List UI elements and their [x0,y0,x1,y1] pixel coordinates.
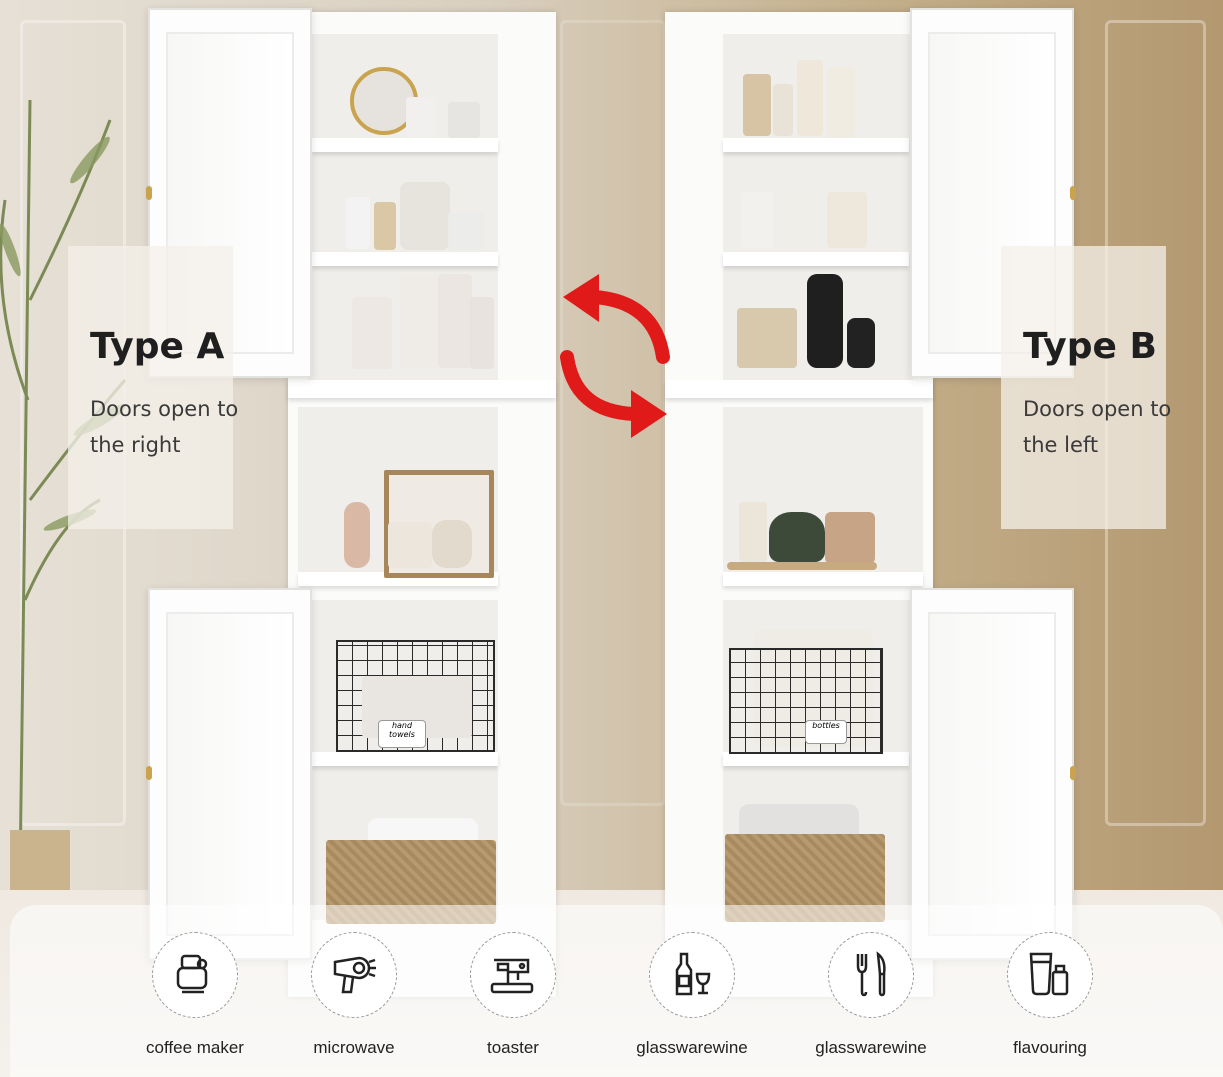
cutlery-icon [856,951,886,997]
feature-label: glasswarewine [815,1038,927,1057]
swap-arrows-icon [560,274,670,438]
coffee-maker-icon [176,954,208,994]
hair-dryer-icon [333,956,376,994]
type-a-panel: Type A Doors open to the right [68,246,238,529]
feature-toaster: toaster [428,932,598,1058]
feature-label: toaster [487,1038,539,1057]
wine-glass-icon [675,952,711,996]
feature-glassware-wine-2: glasswarewine [786,932,956,1058]
feature-label: flavouring [1013,1038,1087,1057]
cabinet-type-a: hand towels [288,12,556,997]
basket-tag: hand towels [378,720,426,748]
bottles-icon [1029,952,1069,996]
cabinet-type-b: bottles [665,12,933,997]
type-a-title: Type A [90,326,225,367]
feature-microwave: microwave [269,932,439,1058]
feature-label: coffee maker [146,1038,244,1057]
type-b-panel: Type B Doors open to the left [1001,246,1171,529]
feature-glassware-wine: glasswarewine [607,932,777,1058]
feature-label: glasswarewine [636,1038,748,1057]
type-a-description: Doors open to the right [90,397,239,457]
type-b-description: Doors open to the left [1023,397,1172,457]
sewing-machine-icon [490,958,534,994]
feature-label: microwave [313,1038,395,1057]
type-b-title: Type B [1023,326,1157,367]
basket-tag: bottles [805,720,847,744]
feature-flavouring: flavouring [965,932,1135,1058]
product-photo: hand towels bottles Type A Doors open to… [0,0,1223,1077]
feature-coffee-maker: coffee maker [110,932,280,1058]
